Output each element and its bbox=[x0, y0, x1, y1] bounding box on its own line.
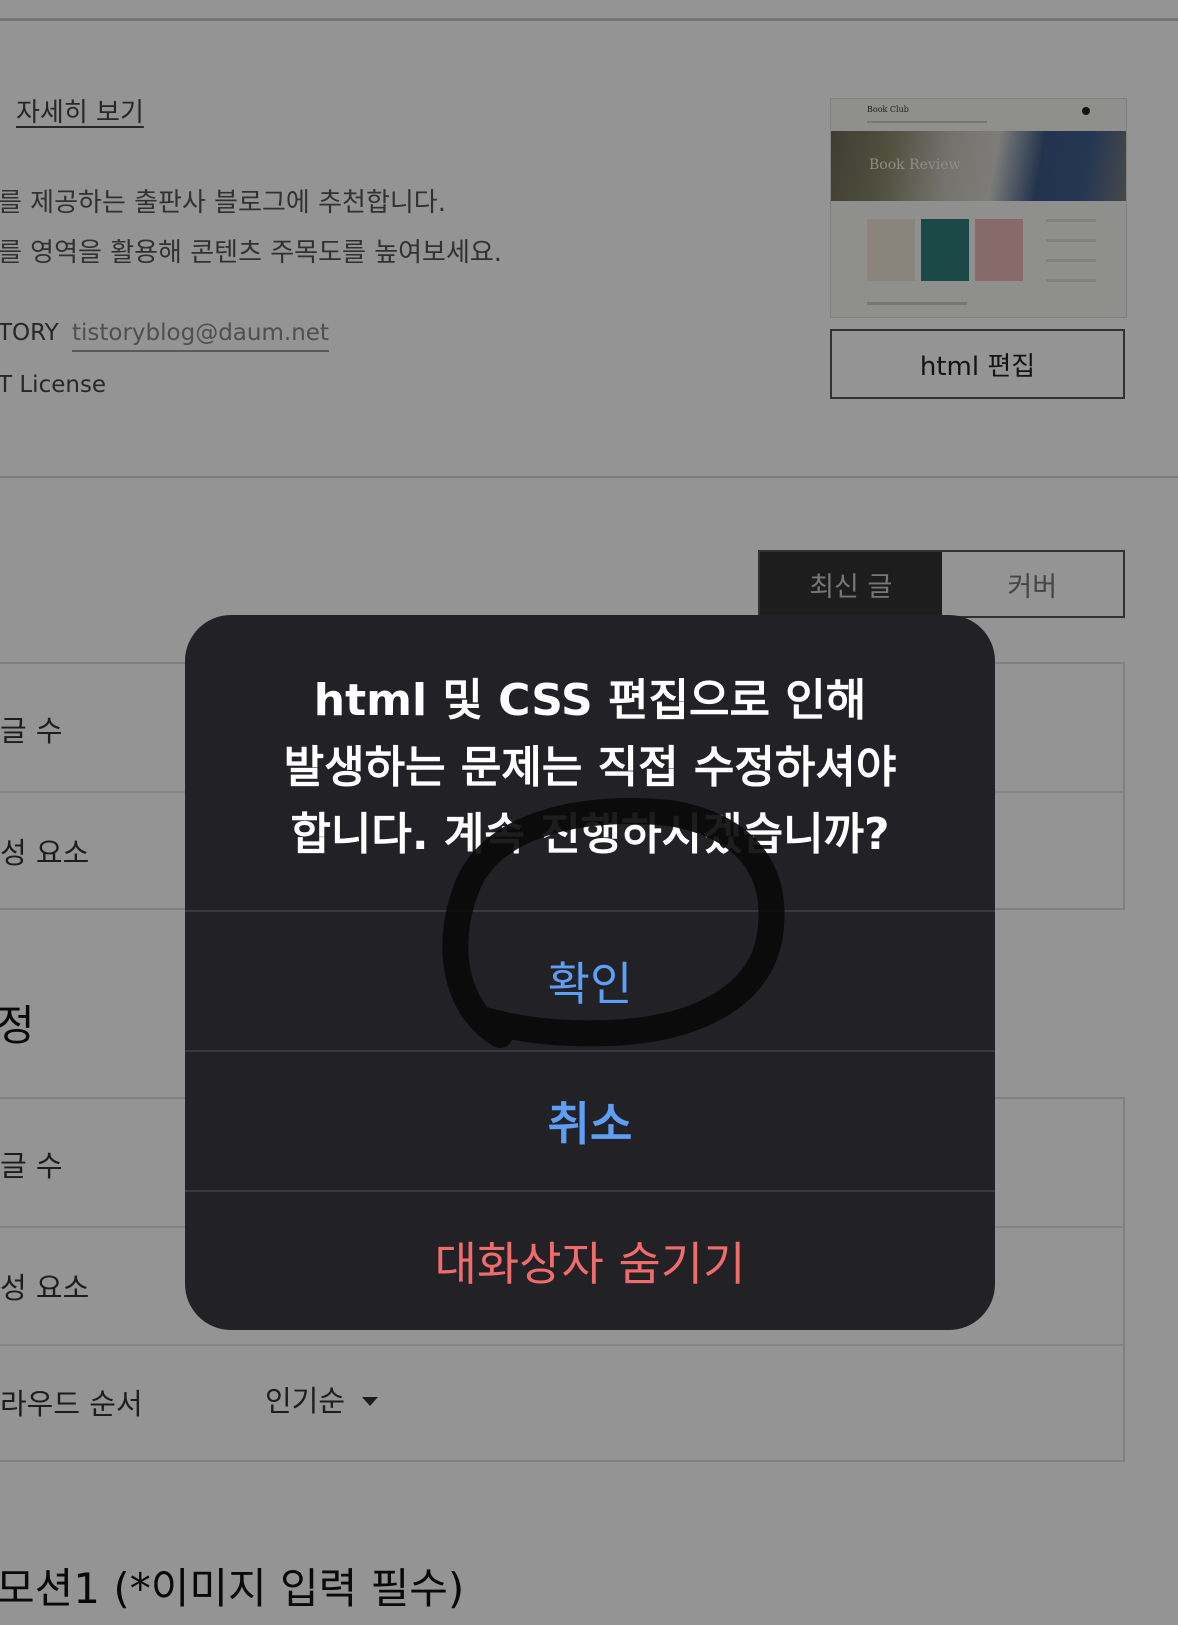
dialog-message-line-2: 발생하는 문제는 직접 수정하셔야 bbox=[283, 742, 897, 793]
dialog-message: html 및 CSS 편집으로 인해 발생하는 문제는 직접 수정하셔야 합니다… bbox=[185, 667, 995, 868]
dialog-message-line-1: html 및 CSS 편집으로 인해 bbox=[313, 675, 867, 726]
hide-dialog-button[interactable]: 대화상자 숨기기 bbox=[185, 1192, 995, 1330]
cancel-button[interactable]: 취소 bbox=[185, 1052, 995, 1190]
confirm-button[interactable]: 확인 bbox=[185, 912, 995, 1050]
dialog-message-line-3: 합니다. 계속 진행하시겠습니까? bbox=[290, 809, 890, 860]
confirm-dialog: html 및 CSS 편집으로 인해 발생하는 문제는 직접 수정하셔야 합니다… bbox=[185, 615, 995, 1330]
